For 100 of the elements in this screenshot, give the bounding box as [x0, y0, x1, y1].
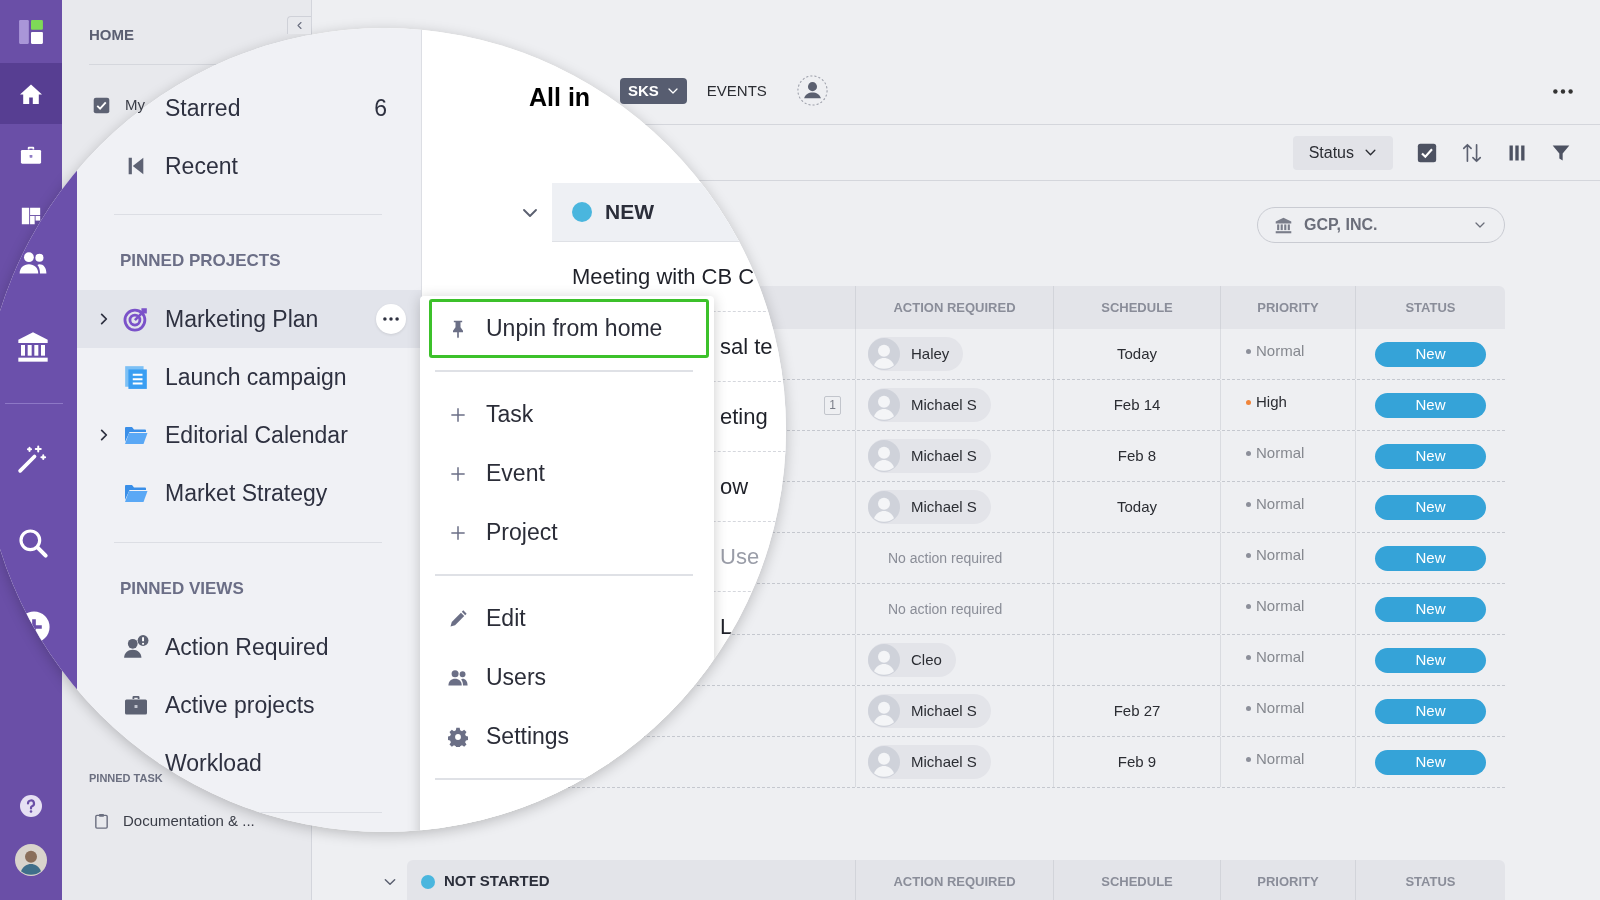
priority-label: Normal [1256, 443, 1305, 464]
priority-label: Normal [1256, 698, 1305, 719]
sidebar-item[interactable]: Marketing Plan [77, 290, 421, 348]
status-badge: New [1375, 596, 1486, 622]
priority-label: Normal [1256, 494, 1305, 515]
users-icon[interactable] [17, 249, 49, 277]
sidebar-heading: PINNED PROJECTS [120, 250, 281, 273]
schedule-date: Today [1117, 496, 1157, 517]
menu-item[interactable]: Edit [429, 589, 709, 648]
schedule-date: Feb 9 [1117, 751, 1157, 772]
sidebar-item[interactable]: Launch campaign [122, 363, 347, 391]
column-header: STATUS [1355, 860, 1505, 900]
sidebar-item[interactable]: Editorial Calendar [97, 421, 348, 449]
schedule-date: Today [1117, 343, 1157, 364]
assignee-name: Michael S [911, 445, 977, 466]
assignee-name: Haley [911, 343, 950, 364]
help-icon[interactable] [19, 794, 43, 818]
chevron-left-icon [295, 21, 304, 30]
column-header: PRIORITY [1220, 860, 1355, 900]
status-badge: New [1375, 749, 1486, 775]
page-title: All in [529, 82, 591, 112]
priority-label: Normal [1256, 596, 1305, 617]
tab[interactable]: EVENTS [706, 78, 767, 104]
task-title: eting [720, 403, 768, 431]
bank-icon [1275, 216, 1292, 234]
priority-label: Normal [1256, 341, 1305, 362]
task-title: sal te [720, 333, 773, 361]
sidebar-item[interactable]: My [93, 96, 145, 114]
sidebar-heading: PINNED VIEWS [120, 578, 244, 601]
column-header: PRIORITY [1220, 286, 1355, 329]
more-button[interactable] [376, 304, 406, 334]
status-badge: New [1375, 443, 1486, 469]
status-badge: New [1375, 392, 1486, 418]
group-title: NOT STARTED [444, 871, 550, 892]
menu-item[interactable]: Unpin from home [429, 299, 709, 358]
task-title: Use [720, 543, 760, 571]
action-note: No action required [888, 548, 1003, 568]
sidebar-item[interactable]: Documentation & ... [93, 812, 255, 830]
menu-item[interactable]: Task [429, 385, 709, 444]
status-badge: New [1375, 647, 1486, 673]
group-title: NEW [605, 199, 654, 226]
column-header: ACTION REQUIRED [855, 286, 1053, 329]
group-by-dropdown[interactable]: Status [1292, 135, 1393, 170]
task-title: L [720, 613, 733, 641]
schedule-date: Feb 27 [1113, 700, 1161, 721]
menu-item[interactable]: Project [429, 503, 709, 562]
sidebar-heading: PINNED TASK [89, 771, 163, 785]
search-icon[interactable] [17, 527, 49, 559]
clipboard-icon [93, 812, 110, 830]
priority-label: Normal [1256, 749, 1305, 770]
avatar-icon [868, 440, 900, 472]
sidebar-item[interactable]: Active projects [122, 691, 315, 719]
avatar-icon [868, 338, 900, 370]
menu-item[interactable]: Settings [429, 707, 709, 766]
magic-wand-icon[interactable] [17, 444, 47, 474]
sidebar-item[interactable]: Market Strategy [122, 479, 328, 507]
more-icon[interactable] [1553, 89, 1573, 94]
status-badge: New [1375, 341, 1486, 367]
assignee-name: Michael S [911, 394, 977, 415]
action-note: No action required [888, 599, 1003, 619]
checkbox-icon[interactable] [1417, 142, 1437, 163]
tab[interactable]: SKS [620, 78, 687, 104]
user-icon[interactable] [796, 75, 828, 106]
sort-icon[interactable] [1461, 141, 1483, 164]
sidebar-item[interactable]: Recent [122, 152, 238, 180]
users-icon [448, 667, 468, 688]
target-icon [123, 306, 149, 332]
checkbox-icon[interactable] [93, 96, 110, 114]
status-badge: New [1375, 698, 1486, 724]
assignee-name: Michael S [911, 496, 977, 517]
sidebar-item[interactable]: Workload [165, 749, 262, 777]
schedule-date: Feb 14 [1113, 394, 1161, 415]
gear-icon [448, 726, 468, 747]
assignee-name: Cleo [911, 649, 942, 670]
avatar-icon [868, 491, 900, 523]
priority-label: Normal [1256, 647, 1305, 668]
briefcase-icon [122, 693, 150, 717]
avatar-icon[interactable] [15, 844, 47, 876]
bank-icon[interactable] [17, 331, 49, 363]
status-badge: New [1375, 545, 1486, 571]
menu-item[interactable]: Event [429, 444, 709, 503]
column-header: STATUS [1355, 286, 1505, 329]
more-icon [383, 317, 399, 321]
priority-label: High [1256, 392, 1287, 413]
assignee-name: Michael S [911, 751, 977, 772]
sidebar-item[interactable]: Starred 6 [165, 94, 406, 122]
collapse-button[interactable] [287, 16, 311, 34]
menu-item[interactable]: Users [429, 648, 709, 707]
list-icon [123, 364, 149, 390]
person-alert-icon [123, 634, 149, 660]
column-header: ACTION REQUIRED [855, 860, 1053, 900]
sidebar-item[interactable]: Action Required [122, 633, 329, 661]
task-title: Meeting with CB C [572, 263, 755, 291]
subtask-count: 1 [824, 395, 841, 415]
rail-button[interactable] [0, 63, 62, 124]
priority-label: Normal [1256, 545, 1305, 566]
status-badge: New [1375, 494, 1486, 520]
schedule-date: Feb 8 [1117, 445, 1157, 466]
avatar-icon [868, 644, 900, 676]
assignee-name: Michael S [911, 700, 977, 721]
